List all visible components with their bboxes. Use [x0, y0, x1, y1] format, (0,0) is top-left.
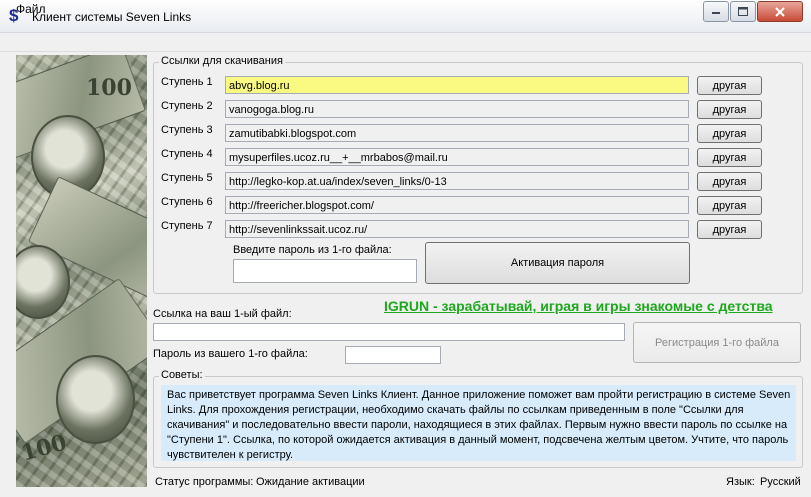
password-prompt-label: Введите пароль из 1-го файла: — [233, 244, 392, 256]
activate-password-button[interactable]: Активация пароля — [425, 242, 690, 284]
banknote-100-text: 100 — [86, 75, 132, 101]
step-1-other-button[interactable]: другая — [697, 76, 762, 95]
register-file-button[interactable]: Регистрация 1-го файла — [633, 322, 801, 363]
status-value: Ожидание активации — [256, 476, 365, 488]
menu-bar — [0, 33, 811, 52]
maximize-icon — [738, 7, 748, 16]
language-value[interactable]: Русский — [760, 476, 801, 488]
step-2-other-button[interactable]: другая — [697, 100, 762, 119]
file-password-input[interactable] — [345, 346, 441, 364]
minimize-icon — [712, 11, 720, 14]
step-6-url-field[interactable]: http://freericher.blogspot.com/ — [225, 196, 689, 214]
step-3-url-field[interactable]: zamutibabki.blogspot.com — [225, 124, 689, 142]
menu-file[interactable]: Файл — [16, 2, 46, 16]
step-4-label: Ступень 4 — [161, 148, 213, 160]
step-2-url-field[interactable]: vanogoga.blog.ru — [225, 100, 689, 118]
file-link-label: Ссылка на ваш 1-ый файл: — [153, 308, 292, 320]
step-4-other-button[interactable]: другая — [697, 148, 762, 167]
step-7-label: Ступень 7 — [161, 220, 213, 232]
close-button[interactable] — [757, 1, 803, 22]
banknote-portrait — [56, 355, 135, 444]
tips-text: Вас приветствует программа Seven Links К… — [161, 385, 796, 461]
step-1-url-field[interactable]: abvg.blog.ru — [225, 76, 689, 94]
tips-legend: Советы: — [159, 369, 205, 381]
links-group-legend: Ссылки для скачивания — [159, 55, 285, 67]
money-banner-image: 100 100 — [16, 55, 147, 487]
step-3-label: Ступень 3 — [161, 124, 213, 136]
step-3-other-button[interactable]: другая — [697, 124, 762, 143]
step-5-url-field[interactable]: http://legko-kop.at.ua/index/seven_links… — [225, 172, 689, 190]
language-label: Язык: — [726, 476, 755, 488]
window-title: Клиент системы Seven Links — [32, 10, 192, 24]
step-4-url-field[interactable]: mysuperfiles.ucoz.ru__+__mrbabos@mail.ru — [225, 148, 689, 166]
step-5-label: Ступень 5 — [161, 172, 213, 184]
file-link-input[interactable] — [153, 323, 625, 341]
minimize-button[interactable] — [703, 1, 729, 22]
step-2-label: Ступень 2 — [161, 100, 213, 112]
maximize-button[interactable] — [730, 1, 756, 22]
file-password-label: Пароль из вашего 1-го файла: — [153, 348, 308, 360]
step-1-label: Ступень 1 — [161, 76, 213, 88]
step-7-url-field[interactable]: http://sevenlinkssait.ucoz.ru/ — [225, 220, 689, 238]
step-7-other-button[interactable]: другая — [697, 220, 762, 239]
status-label: Статус программы: — [155, 476, 254, 488]
step-6-label: Ступень 6 — [161, 196, 213, 208]
step-6-other-button[interactable]: другая — [697, 196, 762, 215]
close-icon — [775, 6, 785, 17]
password-input[interactable] — [233, 259, 417, 283]
step-5-other-button[interactable]: другая — [697, 172, 762, 191]
igrun-ad-link[interactable]: IGRUN - зарабатывай, играя в игры знаком… — [384, 298, 773, 314]
